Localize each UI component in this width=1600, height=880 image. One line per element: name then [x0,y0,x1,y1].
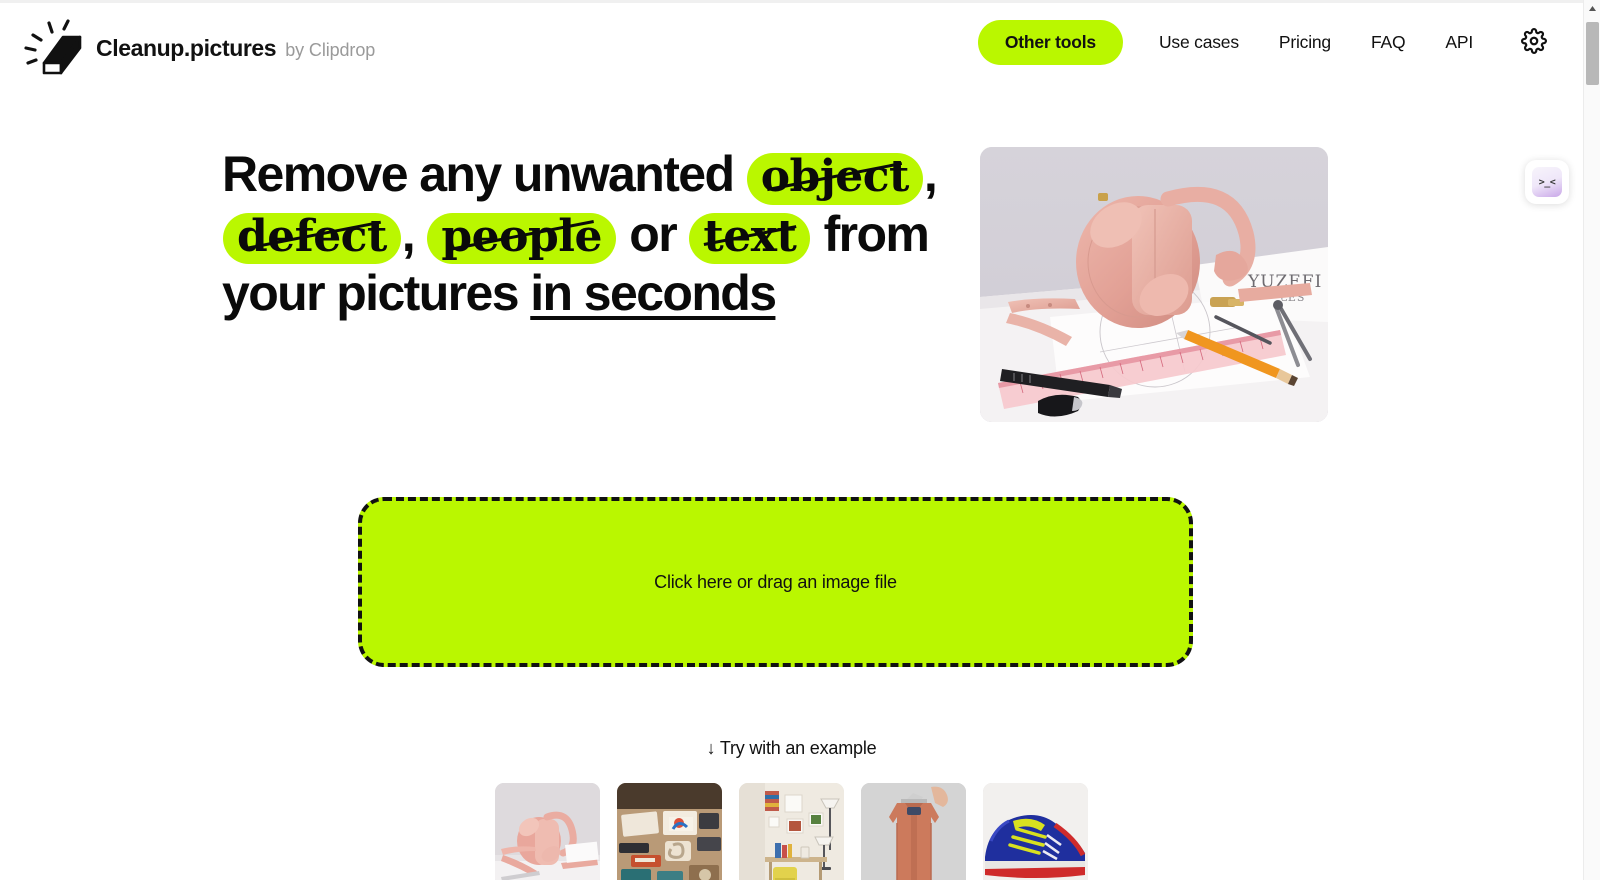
brand-name: Cleanup.pictures [96,34,277,61]
eraser-icon [22,18,84,78]
headline-highlight-people: people [427,212,616,265]
nav-link-use-cases[interactable]: Use cases [1139,21,1259,64]
headline-highlight-text: text [689,212,811,265]
feedback-widget-button[interactable]: >_< [1525,160,1569,204]
site-header: Cleanup.pictures by Clipdrop Other tools… [0,0,1583,95]
nav-link-pricing[interactable]: Pricing [1259,21,1351,64]
dropzone-label: Click here or drag an image file [654,571,897,592]
nav-link-api[interactable]: API [1425,21,1493,64]
brand-logo-link[interactable]: Cleanup.pictures by Clipdrop [22,18,375,78]
headline-highlight-defect: defect [223,212,401,265]
image-dropzone[interactable]: Click here or drag an image file [358,497,1193,667]
headline-highlight-object: object [746,153,923,205]
scroll-up-arrow-icon[interactable] [1584,0,1600,17]
brand-byline: by Clipdrop [285,39,376,60]
kaomoji-face-icon: >_< [1532,167,1562,197]
headline-underlined-in-seconds: in seconds [530,265,777,322]
nav-link-faq[interactable]: FAQ [1351,21,1425,64]
headline-part-2: or [629,205,677,262]
example-thumbnail-salmon-jacket[interactable] [861,783,966,880]
nav-other-tools-button[interactable]: Other tools [977,20,1123,65]
page-title: Remove any unwanted object, defect, peop… [222,145,942,322]
main-nav: Other tools Use cases Pricing FAQ API [977,20,1551,65]
example-thumbnail-blue-sneaker[interactable] [983,783,1088,880]
example-thumbnail-cluttered-desk[interactable] [617,783,722,880]
hero-image: YUZEFI BROKLES [980,147,1328,422]
page-scrollbar[interactable] [1583,0,1600,880]
example-thumbnail-pink-handbag[interactable] [495,783,600,880]
headline-comma-2: , [401,205,416,262]
gear-icon [1521,28,1547,57]
scrollbar-thumb[interactable] [1586,22,1599,85]
examples-title: ↓ Try with an example [706,738,877,758]
examples-section: ↓ Try with an example [0,738,1583,880]
example-thumbnail-room-with-floor-lamp[interactable] [739,783,844,880]
browser-chrome-hairline [0,0,1600,3]
headline-comma-1: , [923,146,938,202]
examples-thumbnail-row [495,783,1088,880]
settings-button[interactable] [1517,26,1551,60]
page-viewport: Cleanup.pictures by Clipdrop Other tools… [0,0,1583,880]
headline-part-1: Remove any unwanted [222,146,735,202]
